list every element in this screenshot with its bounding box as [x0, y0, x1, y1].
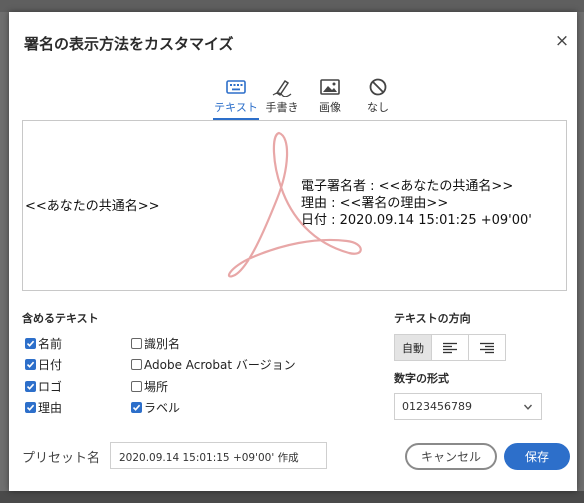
background-bottom — [0, 491, 584, 503]
include-text-title: 含めるテキスト — [22, 312, 99, 325]
tab-handwriting[interactable]: 手書き — [260, 76, 304, 120]
tab-image[interactable]: 画像 — [306, 76, 354, 120]
direction-auto-button[interactable]: 自動 — [394, 334, 432, 361]
reason-line: 理由 : <<署名の理由>> — [301, 196, 449, 211]
checkbox-reason[interactable]: 理由 — [25, 399, 62, 415]
signature-details: 電子署名者 : <<あなたの共通名>> 理由 : <<署名の理由>> 日付 : … — [301, 178, 532, 229]
dialog-title: 署名の表示方法をカスタマイズ — [24, 35, 234, 53]
checkbox-logo[interactable]: ロゴ — [25, 378, 62, 394]
tab-text-label: テキスト — [214, 101, 258, 114]
chevron-down-icon — [523, 404, 533, 410]
keyboard-icon — [226, 80, 246, 94]
customize-signature-dialog: 署名の表示方法をカスタマイズ × テキスト 手書き 画像 なし <<あなたの共通… — [9, 12, 577, 491]
tab-image-label: 画像 — [319, 101, 341, 114]
number-format-select[interactable]: 0123456789 — [394, 393, 542, 420]
date-line: 日付 : 2020.09.14 15:01:25 +09'00' — [301, 213, 532, 228]
signer-line: 電子署名者 : <<あなたの共通名>> — [301, 179, 514, 194]
image-icon — [320, 79, 340, 95]
text-direction-group: 自動 — [394, 334, 506, 361]
signer-name-text: <<あなたの共通名>> — [25, 199, 160, 214]
align-left-icon — [443, 342, 457, 353]
background-toolbar — [0, 0, 584, 12]
tab-none-label: なし — [367, 101, 389, 114]
checkbox-label[interactable]: ラベル — [131, 399, 180, 415]
close-icon[interactable]: × — [553, 32, 571, 50]
checkbox-acrobat-version[interactable]: Adobe Acrobat バージョン — [131, 356, 296, 372]
signature-preview: <<あなたの共通名>> 電子署名者 : <<あなたの共通名>> 理由 : <<署… — [22, 120, 567, 291]
checkbox-name[interactable]: 名前 — [25, 335, 62, 351]
cancel-button[interactable]: キャンセル — [405, 443, 497, 470]
tab-text[interactable]: テキスト — [213, 76, 259, 120]
checkbox-location[interactable]: 場所 — [131, 378, 168, 394]
number-format-title: 数字の形式 — [394, 372, 449, 385]
text-direction-title: テキストの方向 — [394, 312, 471, 325]
tab-none[interactable]: なし — [355, 76, 401, 120]
checkbox-distinguished-name[interactable]: 識別名 — [131, 335, 180, 351]
pen-icon — [272, 79, 292, 97]
none-icon — [369, 78, 387, 96]
save-button[interactable]: 保存 — [504, 443, 570, 470]
preset-name-label: プリセット名 — [22, 451, 101, 466]
preset-name-input[interactable]: 2020.09.14 15:01:15 +09'00' 作成 — [110, 442, 327, 469]
checkbox-date[interactable]: 日付 — [25, 356, 62, 372]
tab-handwriting-label: 手書き — [265, 101, 299, 114]
align-left-button[interactable] — [431, 334, 469, 361]
align-right-icon — [480, 342, 494, 353]
align-right-button[interactable] — [468, 334, 506, 361]
